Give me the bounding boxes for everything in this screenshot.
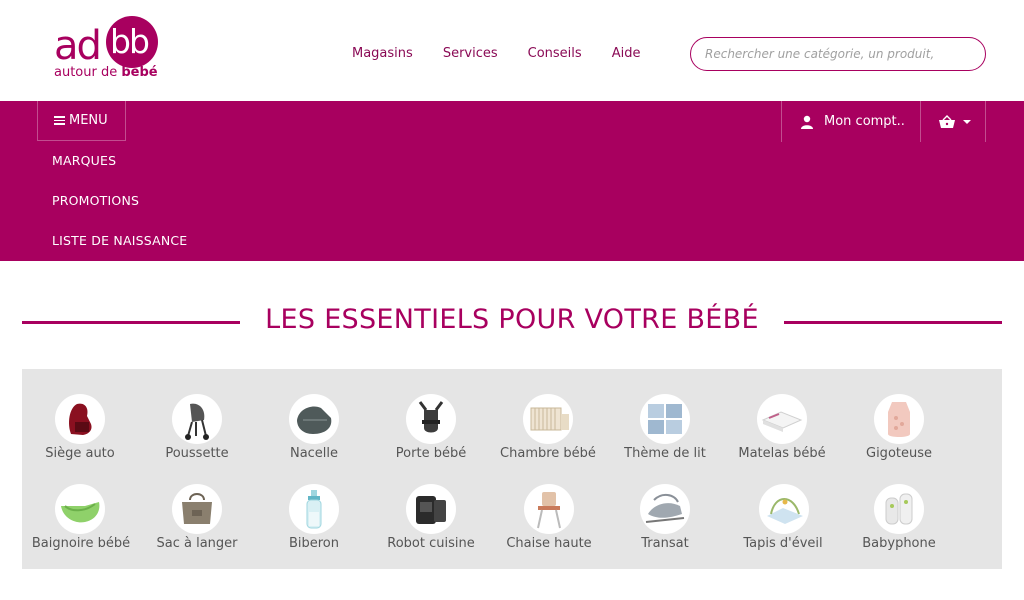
title-divider-left xyxy=(22,321,240,324)
account-label: Mon compt.. xyxy=(824,114,905,129)
logo-bb: bb xyxy=(110,22,150,61)
diaper-bag-icon xyxy=(172,484,222,534)
bottle-icon xyxy=(289,484,339,534)
nav-magasins[interactable]: Magasins xyxy=(352,46,413,61)
logo-tagline-prefix: autour de xyxy=(54,65,122,80)
menu-label: MENU xyxy=(69,113,108,128)
nav-services[interactable]: Services xyxy=(443,46,498,61)
high-chair-icon xyxy=(524,484,574,534)
account-button[interactable]: Mon compt.. xyxy=(781,101,921,142)
sleeping-bag-icon xyxy=(874,394,924,444)
categories-panel: Siège auto Poussette Nacelle Porte bébé … xyxy=(22,369,1002,569)
caret-down-icon xyxy=(963,119,971,124)
cart-button[interactable] xyxy=(921,101,986,142)
bouncer-icon xyxy=(640,484,690,534)
bed-linen-icon xyxy=(640,394,690,444)
section-title: LES ESSENTIELS POUR VOTRE BÉBÉ xyxy=(265,304,759,335)
category-label: Baignoire bébé xyxy=(31,536,131,551)
car-seat-icon xyxy=(55,394,105,444)
baby-carrier-icon xyxy=(406,394,456,444)
category-babyphone[interactable]: Babyphone xyxy=(829,484,969,564)
stroller-icon xyxy=(172,394,222,444)
basket-icon xyxy=(939,114,955,128)
logo-tagline-bold: bébé xyxy=(121,65,158,80)
crib-icon xyxy=(523,394,573,444)
baby-bath-icon xyxy=(55,484,105,534)
play-mat-icon xyxy=(759,484,809,534)
nav-aide[interactable]: Aide xyxy=(612,46,641,61)
hamburger-icon xyxy=(54,114,65,127)
category-label: Babyphone xyxy=(862,536,936,551)
logo-ad: ad xyxy=(54,23,102,69)
link-marques[interactable]: MARQUES xyxy=(52,153,116,168)
mattress-icon xyxy=(757,394,807,444)
food-processor-icon xyxy=(406,484,456,534)
bassinet-icon xyxy=(289,394,339,444)
title-divider-right xyxy=(784,321,1002,324)
nav-conseils[interactable]: Conseils xyxy=(528,46,582,61)
user-icon xyxy=(801,115,813,129)
search-box xyxy=(690,37,986,71)
baby-monitor-icon xyxy=(874,484,924,534)
menu-band: MENU MARQUES PROMOTIONS LISTE DE NAISSAN… xyxy=(0,101,1024,261)
top-nav: Magasins Services Conseils Aide xyxy=(352,46,640,61)
category-gigoteuse[interactable]: Gigoteuse xyxy=(829,394,969,474)
link-liste-naissance[interactable]: LISTE DE NAISSANCE xyxy=(52,233,187,248)
search-input[interactable] xyxy=(705,44,975,64)
menu-button[interactable]: MENU xyxy=(37,101,126,141)
logo[interactable]: ad bb autour de bébé xyxy=(54,16,164,82)
link-promotions[interactable]: PROMOTIONS xyxy=(52,193,139,208)
category-label: Gigoteuse xyxy=(866,446,932,461)
logo-tagline: autour de bébé xyxy=(54,66,158,80)
section-title-row: LES ESSENTIELS POUR VOTRE BÉBÉ xyxy=(22,300,1002,344)
site-header: ad bb autour de bébé Magasins Services C… xyxy=(0,0,1024,101)
